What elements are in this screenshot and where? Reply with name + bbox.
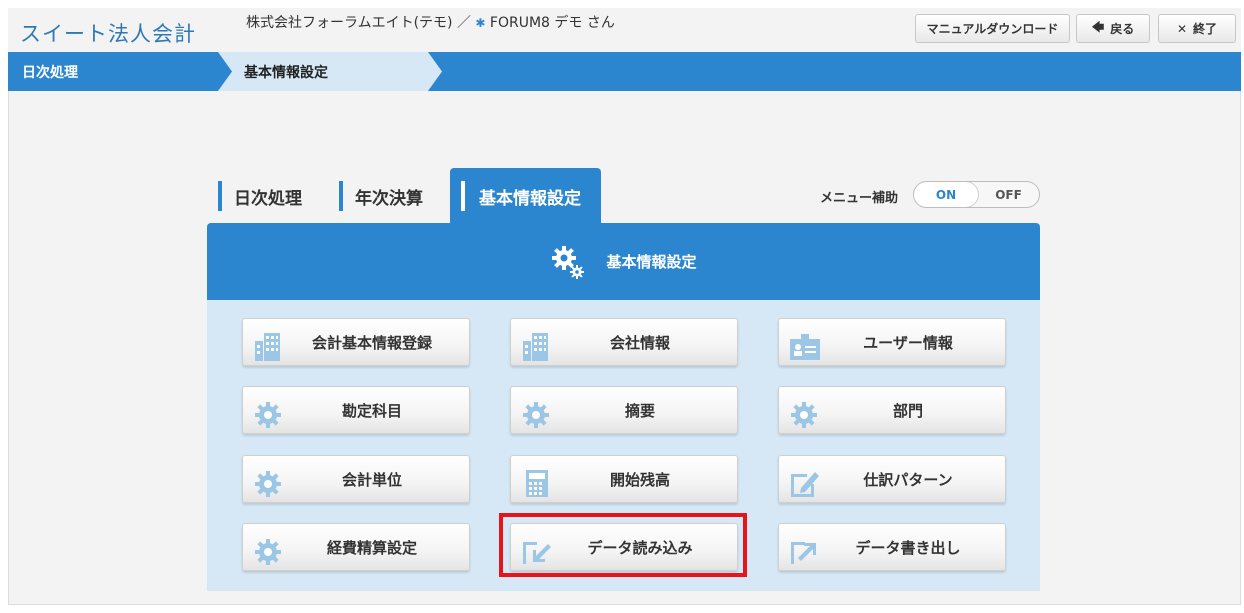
account-items-button[interactable]: 勘定科目 bbox=[242, 386, 470, 434]
breadcrumb-item-basic-settings: 基本情報設定 bbox=[218, 52, 442, 91]
button-label: 仕訳パターン bbox=[863, 470, 953, 489]
button-label: 会計基本情報登録 bbox=[311, 333, 432, 352]
button-label: 会社情報 bbox=[609, 333, 670, 352]
expense-settlement-button[interactable]: 経費精算設定 bbox=[242, 523, 470, 571]
highlight-box bbox=[499, 513, 747, 577]
tab-annual[interactable]: 年次決算 bbox=[339, 180, 423, 212]
back-button[interactable]: 🡄 戻る bbox=[1076, 14, 1150, 43]
gear-icon bbox=[255, 471, 281, 497]
close-icon: ✕ bbox=[1176, 21, 1188, 36]
button-label: 会計単位 bbox=[341, 470, 402, 489]
gear-icon bbox=[255, 539, 281, 565]
gear-icon bbox=[791, 402, 817, 428]
pencil-icon bbox=[791, 472, 819, 497]
app-title: スイート法人会計 bbox=[20, 22, 196, 46]
back-label: 戻る bbox=[1110, 22, 1135, 36]
user-info: 株式会社フォーラムエイト(テモ) ／ ✱ FORUM8 デモ さん bbox=[246, 12, 615, 32]
toggle-on[interactable]: ON bbox=[914, 182, 978, 207]
gear-icon bbox=[552, 245, 585, 279]
toggle-off[interactable]: OFF bbox=[978, 182, 1039, 207]
id-card-icon bbox=[790, 334, 820, 360]
manual-download-label: マニュアルダウンロード bbox=[926, 22, 1059, 36]
department-button[interactable]: 部門 bbox=[778, 386, 1006, 434]
gear-icon bbox=[255, 402, 281, 428]
breadcrumb: 日次処理 基本情報設定 bbox=[8, 52, 1241, 91]
tab-basic-settings-label: 基本情報設定 bbox=[479, 188, 581, 209]
button-label: 部門 bbox=[892, 401, 923, 420]
tab-basic-settings[interactable]: 基本情報設定 bbox=[450, 168, 601, 224]
accounting-unit-button[interactable]: 会計単位 bbox=[242, 455, 470, 503]
manual-download-button[interactable]: マニュアルダウンロード bbox=[915, 14, 1070, 43]
button-label: データ書き出し bbox=[855, 538, 961, 557]
company-name: 株式会社フォーラムエイト(テモ) ／ bbox=[246, 15, 476, 31]
tab-marker bbox=[461, 181, 465, 211]
export-icon bbox=[791, 542, 816, 564]
button-label: 摘要 bbox=[624, 401, 655, 420]
menu-help-toggle[interactable]: ON OFF bbox=[913, 181, 1040, 208]
opening-balance-button[interactable]: 開始残高 bbox=[510, 455, 738, 503]
user-name: FORUM8 デモ さん bbox=[489, 15, 615, 31]
tab-marker bbox=[218, 181, 222, 211]
tab-daily-label: 日次処理 bbox=[234, 188, 302, 209]
user-info-button[interactable]: ユーザー情報 bbox=[778, 318, 1006, 366]
panel-header: 基本情報設定 bbox=[207, 223, 1040, 300]
arrow-left-icon: 🡄 bbox=[1091, 20, 1105, 34]
calculator-icon bbox=[526, 470, 548, 497]
button-label: 経費精算設定 bbox=[326, 538, 417, 557]
menu-help-label: メニュー補助 bbox=[820, 191, 899, 206]
quit-button[interactable]: ✕ 終了 bbox=[1158, 14, 1236, 43]
quit-label: 終了 bbox=[1193, 22, 1218, 36]
gear-icon bbox=[523, 402, 549, 428]
building-icon bbox=[255, 333, 280, 361]
building-icon bbox=[523, 333, 548, 361]
button-label: ユーザー情報 bbox=[863, 333, 953, 352]
journal-pattern-button[interactable]: 仕訳パターン bbox=[778, 455, 1006, 503]
accounting-basic-info-button[interactable]: 会計基本情報登録 bbox=[242, 318, 470, 366]
panel-title: 基本情報設定 bbox=[606, 253, 697, 271]
data-export-button[interactable]: データ書き出し bbox=[778, 523, 1006, 571]
asterisk-icon: ✱ bbox=[475, 16, 486, 30]
tab-annual-label: 年次決算 bbox=[355, 188, 423, 209]
app-header: スイート法人会計 株式会社フォーラムエイト(テモ) ／ ✱ FORUM8 デモ … bbox=[8, 8, 1241, 52]
tab-marker bbox=[339, 181, 343, 211]
tab-daily[interactable]: 日次処理 bbox=[218, 180, 302, 212]
summary-button[interactable]: 摘要 bbox=[510, 386, 738, 434]
company-info-button[interactable]: 会社情報 bbox=[510, 318, 738, 366]
breadcrumb-item-daily[interactable]: 日次処理 bbox=[8, 52, 218, 91]
button-label: 勘定科目 bbox=[341, 401, 402, 420]
button-label: 開始残高 bbox=[609, 470, 670, 489]
